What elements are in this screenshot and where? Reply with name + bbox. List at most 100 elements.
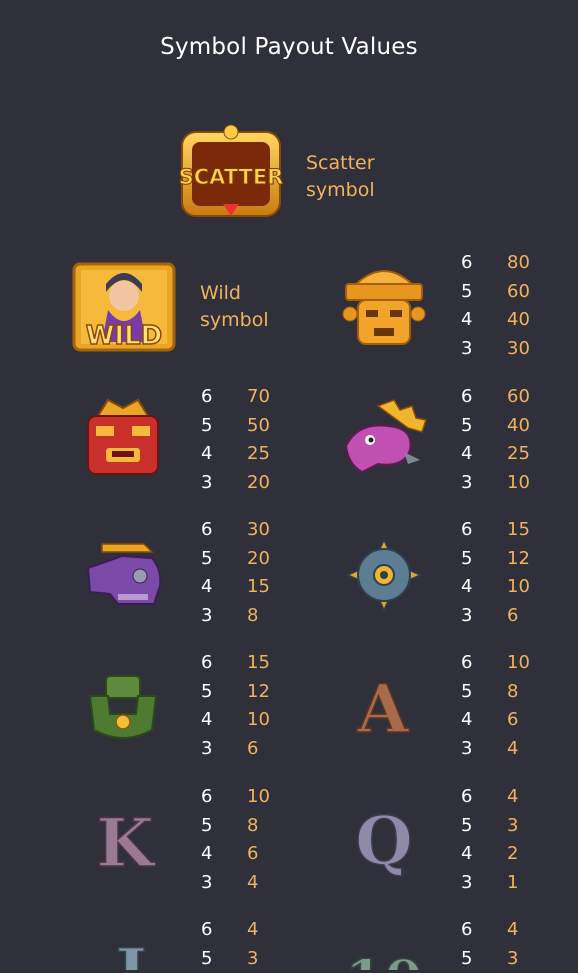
match-count: 4: [461, 576, 473, 598]
match-count: 3: [461, 338, 473, 360]
match-count: 5: [461, 680, 473, 702]
payout-value: 12: [247, 680, 270, 702]
payout-value: 10: [247, 709, 270, 731]
payout-value: 15: [247, 652, 270, 673]
payout-row: 36: [201, 735, 291, 764]
payout-value: 70: [247, 386, 270, 407]
payout-row: 3 10: [461, 469, 551, 498]
match-count: 4: [461, 843, 473, 865]
payout-row: 5 40: [461, 412, 551, 441]
payout-value: 4: [507, 738, 519, 760]
payout-value: 40: [507, 414, 530, 436]
red-totem-icon: [78, 396, 168, 482]
blue-sun-disc-icon: [346, 538, 422, 612]
payout-value: 25: [507, 443, 530, 465]
payout-row: 34: [461, 735, 551, 764]
payout-value: 4: [507, 919, 519, 940]
payout-row: 6 10: [201, 783, 291, 812]
letter-k-icon: K: [88, 800, 162, 874]
payout-value: 4: [247, 919, 259, 940]
letter-j-icon: J: [96, 930, 166, 970]
purple-glyph-icon: [82, 540, 166, 610]
match-count: 3: [461, 872, 473, 894]
payout-value: 20: [247, 547, 270, 569]
match-count: 5: [201, 547, 213, 569]
payout-row: 53: [461, 945, 551, 973]
number-10-icon: 10: [344, 934, 424, 970]
payout-value: 10: [247, 786, 270, 807]
payout-value: 6: [507, 709, 519, 731]
match-count: 6: [201, 386, 213, 407]
payout-value: 6: [247, 738, 259, 760]
payout-row: 38: [201, 602, 291, 631]
payout-row: 6 60: [461, 383, 551, 412]
payout-row: 5 50: [201, 412, 291, 441]
scatter-symbol-icon: SCATTER: [178, 124, 284, 224]
match-count: 4: [201, 709, 213, 731]
match-count: 6: [461, 386, 473, 407]
payout-row: 64: [201, 916, 291, 945]
match-count: 3: [201, 605, 213, 627]
wild-label-line2: symbol: [200, 309, 269, 331]
match-count: 4: [201, 843, 213, 865]
match-count: 6: [461, 252, 473, 273]
match-count: 6: [201, 652, 213, 673]
payout-value: 30: [247, 519, 270, 540]
match-count: 6: [201, 786, 213, 807]
letter-a-payouts: 6 10 58 46 34: [461, 649, 551, 764]
svg-text:WILD: WILD: [86, 321, 163, 351]
payout-row: 4 10: [201, 706, 291, 735]
payout-row: 4 25: [461, 440, 551, 469]
match-count: 3: [461, 738, 473, 760]
payout-value: 15: [507, 519, 530, 540]
payout-row: 4 10: [461, 573, 551, 602]
payout-row: 3 30: [461, 335, 551, 364]
payout-value: 2: [507, 843, 519, 865]
match-count: 4: [461, 709, 473, 731]
match-count: 4: [201, 443, 213, 465]
payout-row: 53: [201, 945, 291, 973]
payout-value: 4: [507, 786, 519, 807]
svg-text:Q: Q: [355, 802, 413, 878]
letter-k-payouts: 6 10 58 46 34: [201, 783, 291, 898]
payout-value: 4: [247, 872, 259, 894]
payout-row: 5 12: [461, 545, 551, 574]
number-10-payouts: 64 53: [461, 916, 551, 973]
match-count: 5: [461, 414, 473, 436]
payout-row: 31: [461, 869, 551, 898]
pink-serpent-payouts: 6 60 5 40 4 25 3 10: [461, 383, 551, 498]
match-count: 3: [461, 472, 473, 494]
payout-value: 12: [507, 547, 530, 569]
match-count: 6: [461, 786, 473, 807]
match-count: 5: [461, 947, 473, 969]
payout-value: 20: [247, 472, 270, 494]
payout-row: 46: [201, 840, 291, 869]
match-count: 3: [201, 738, 213, 760]
payout-value: 6: [507, 605, 519, 627]
payout-row: 5 20: [201, 545, 291, 574]
golden-mask-icon: [336, 256, 432, 356]
letter-q-icon: Q: [346, 798, 422, 878]
scatter-label-line2: symbol: [306, 179, 375, 201]
payout-value: 50: [247, 414, 270, 436]
pink-serpent-icon: [338, 398, 430, 480]
payout-value: 80: [507, 252, 530, 273]
payout-value: 60: [507, 280, 530, 302]
match-count: 6: [461, 519, 473, 540]
payout-value: 30: [507, 338, 530, 360]
payout-row: 34: [201, 869, 291, 898]
match-count: 3: [201, 872, 213, 894]
payout-value: 40: [507, 309, 530, 331]
svg-text:SCATTER: SCATTER: [179, 165, 284, 189]
payout-value: 8: [507, 680, 519, 702]
payout-value: 6: [247, 843, 259, 865]
payout-row: 5 60: [461, 278, 551, 307]
payout-row: 64: [461, 783, 551, 812]
payout-row: 58: [461, 678, 551, 707]
match-count: 4: [461, 443, 473, 465]
red-totem-payouts: 6 70 5 50 4 25 3 20: [201, 383, 291, 498]
wild-label-line1: Wild: [200, 282, 241, 304]
payout-value: 10: [507, 576, 530, 598]
match-count: 6: [201, 919, 213, 940]
svg-text:K: K: [96, 804, 156, 874]
